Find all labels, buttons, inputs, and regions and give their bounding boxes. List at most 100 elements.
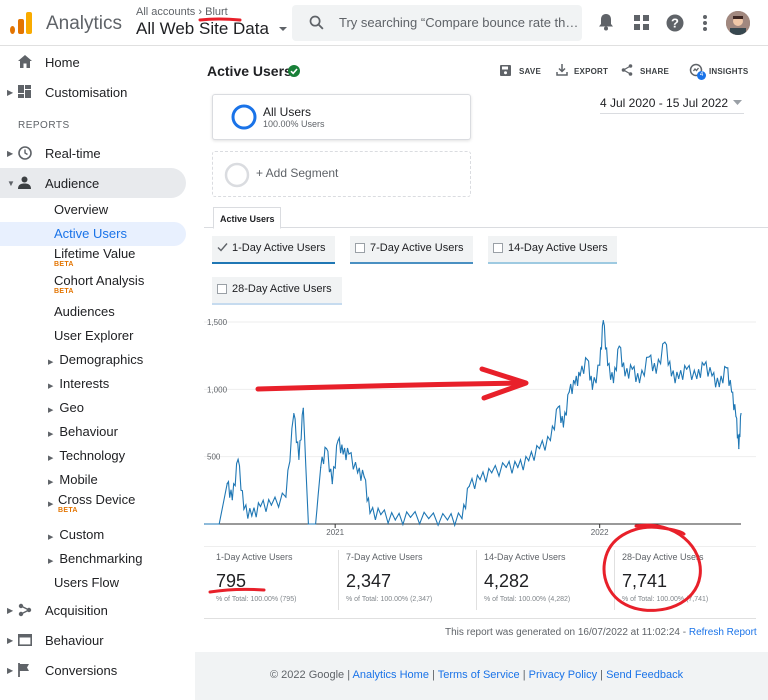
active-users-chart[interactable]: 1,5001,0005002021 2022 [204,312,756,540]
metric-tab-14day[interactable]: 14-Day Active Users [488,236,617,264]
subnav-behaviour[interactable]: ▶ Behaviour [48,424,118,439]
metric-tab-7day[interactable]: 7-Day Active Users [350,236,473,264]
subnav-label[interactable]: Benchmarking [59,551,142,566]
sidebar-item-label[interactable]: Customisation [45,85,127,100]
subnav-users-flow[interactable]: Users Flow [54,575,119,590]
subnav-cohort-analysis[interactable]: Cohort Analysis BETA [54,273,144,296]
data-point [479,478,481,481]
sidebar-item-realtime[interactable]: ▶ Real-time [0,145,190,163]
feedback-link[interactable]: Send Feedback [606,669,683,681]
metric-label[interactable]: 7-Day Active Users [370,242,464,254]
data-point [357,472,359,474]
date-range-picker[interactable]: 4 Jul 2020 - 15 Jul 2022 [600,96,744,114]
expand-caret-icon: ▶ [7,88,14,97]
y-tick-label: 500 [207,453,221,462]
terms-link[interactable]: Terms of Service [438,669,520,681]
checkbox-checked-icon[interactable] [217,242,228,253]
sidebar-item-behaviour[interactable]: ▶ Behaviour [0,632,190,650]
metric-label[interactable]: 14-Day Active Users [508,242,608,254]
subnav-active-users[interactable]: Active Users [54,226,127,241]
data-point [670,375,673,377]
subnav-label[interactable]: Lifetime Value [54,246,135,261]
export-button[interactable]: EXPORT [556,64,608,78]
expand-caret-icon: ▶ [48,534,54,541]
search-input[interactable]: Try searching “Compare bounce rate th… [339,15,578,30]
data-point [231,499,233,501]
subnav-lifetime-value[interactable]: Lifetime Value BETA [54,246,135,269]
subnav-label[interactable]: Cross Device [58,492,135,507]
analytics-logo[interactable] [10,12,32,34]
subnav-geo[interactable]: ▶ Geo [48,400,84,415]
subnav-custom[interactable]: ▶ Custom [48,527,104,542]
person-icon [18,176,31,189]
series-line [204,320,742,528]
sidebar-item-label[interactable]: Behaviour [45,633,104,648]
subnav-benchmarking[interactable]: ▶ Benchmarking [48,551,143,566]
search-box[interactable]: Try searching “Compare bounce rate th… [292,5,582,41]
subnav-label[interactable]: Technology [59,448,125,463]
help-icon[interactable]: ? [666,14,684,32]
subnav-overview[interactable]: Overview [54,202,108,217]
apps-grid-icon[interactable] [634,15,649,30]
sidebar-item-label[interactable]: Audience [45,176,99,191]
add-segment-card[interactable]: + Add Segment [212,151,471,197]
data-point [631,368,633,370]
sidebar-item-label[interactable]: Acquisition [45,603,108,618]
insights-button[interactable]: 4 INSIGHTS [689,63,751,81]
checkbox-icon[interactable] [217,284,227,294]
checkbox-icon[interactable] [493,243,503,253]
subnav-label[interactable]: Cohort Analysis [54,273,144,288]
subnav-cross-device[interactable]: ▶ Cross Device BETA [48,492,135,515]
sidebar-item-label[interactable]: Home [45,55,80,70]
checkbox-icon[interactable] [355,243,365,253]
more-options-icon[interactable] [702,14,708,32]
share-button[interactable]: SHARE [621,64,669,78]
metric-tab-1day[interactable]: 1-Day Active Users [212,236,335,264]
subnav-label[interactable]: Demographics [59,352,143,367]
analytics-home-link[interactable]: Analytics Home [353,669,429,681]
save-label[interactable]: SAVE [519,67,541,76]
date-range-value[interactable]: 4 Jul 2020 - 15 Jul 2022 [600,96,728,110]
save-button[interactable]: SAVE [500,64,542,78]
subnav-label[interactable]: Behaviour [59,424,118,439]
data-point [342,453,344,455]
subnav-label[interactable]: Geo [59,400,84,415]
summary-percent: % of Total: 100.00% (2,347) [346,596,433,603]
privacy-link[interactable]: Privacy Policy [529,669,597,681]
subnav-technology[interactable]: ▶ Technology [48,448,125,463]
data-point [331,483,333,485]
metric-label[interactable]: 1-Day Active Users [232,242,326,254]
tab-active-users[interactable]: Active Users [213,207,281,229]
generated-timestamp: This report was generated on 16/07/2022 … [445,627,687,638]
subnav-user-explorer[interactable]: User Explorer [54,328,133,343]
export-label[interactable]: EXPORT [574,67,608,76]
subnav-label[interactable]: Mobile [59,472,97,487]
sidebar-item-audience[interactable]: ▼ Audience [0,175,186,193]
subnav-demographics[interactable]: ▶ Demographics [48,352,143,367]
subnav-interests[interactable]: ▶ Interests [48,376,109,391]
account-avatar[interactable] [726,11,750,35]
copyright-text: © 2022 Google | [270,669,351,681]
add-segment-label[interactable]: + Add Segment [256,166,338,180]
sidebar-item-label[interactable]: Conversions [45,663,117,678]
sidebar-item-conversions[interactable]: ▶ Conversions [0,662,190,680]
segment-card-all-users[interactable]: All Users 100.00% Users [212,94,471,140]
subnav-label[interactable]: Custom [59,527,104,542]
refresh-report-link[interactable]: Refresh Report [689,627,757,638]
breadcrumb-accounts[interactable]: All accounts [136,6,195,18]
metric-label[interactable]: 28-Day Active Users [232,283,332,295]
sidebar-item-customisation[interactable]: ▶ Customisation [0,84,190,102]
subnav-mobile[interactable]: ▶ Mobile [48,472,98,487]
subnav-audiences[interactable]: Audiences [54,304,115,319]
notifications-icon[interactable] [598,13,614,31]
metric-tab-28day[interactable]: 28-Day Active Users [212,277,342,305]
data-point [549,439,552,442]
sidebar-item-acquisition[interactable]: ▶ Acquisition [0,602,190,620]
data-point [517,466,519,469]
share-label[interactable]: SHARE [640,67,669,76]
sidebar-item-home[interactable]: Home [0,54,190,72]
sidebar-item-label[interactable]: Real-time [45,146,101,161]
subnav-label[interactable]: Interests [59,376,109,391]
insights-count-badge: 4 [697,71,706,80]
insights-label[interactable]: INSIGHTS [709,67,748,76]
